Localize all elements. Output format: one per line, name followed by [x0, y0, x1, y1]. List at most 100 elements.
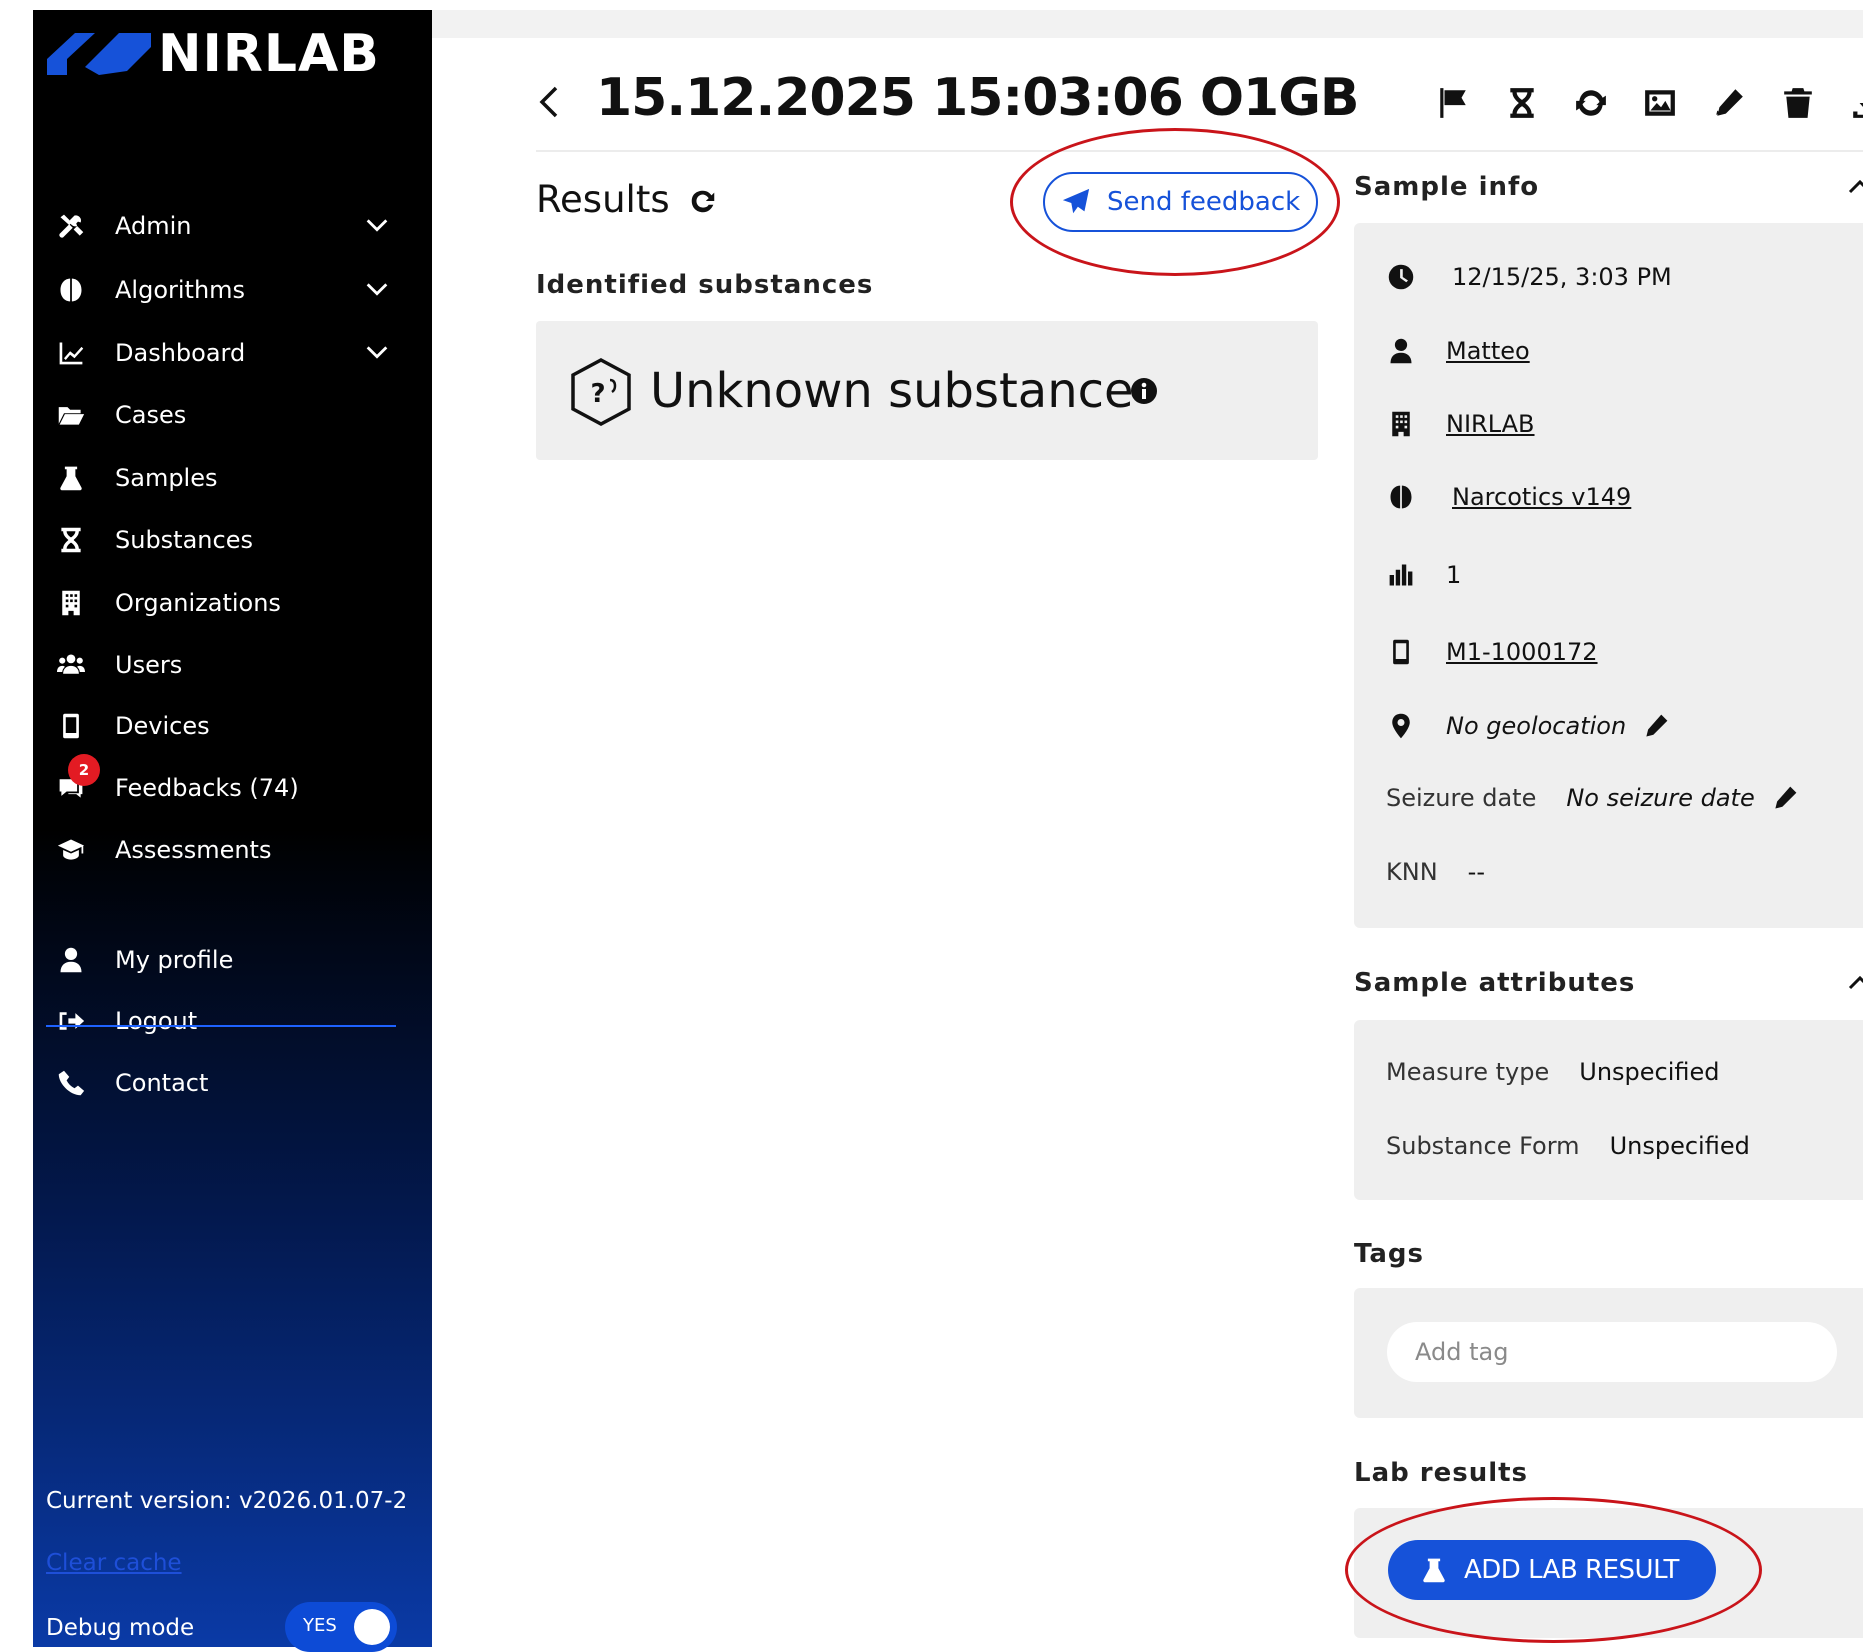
sample-count-row: 1	[1386, 555, 1461, 595]
flask-icon	[1423, 1558, 1445, 1583]
sidebar-item-substances[interactable]: Substances	[33, 510, 432, 570]
measure-type-value[interactable]: Unspecified	[1579, 1058, 1719, 1086]
sidebar-item-algorithms[interactable]: Algorithms	[33, 260, 432, 320]
knn-label: KNN	[1386, 858, 1438, 886]
bar-chart-icon	[1386, 560, 1416, 590]
sidebar-item-feedbacks[interactable]: 2 Feedbacks (74)	[33, 754, 432, 818]
results-heading: Results	[536, 178, 670, 221]
sidebar-item-dashboard[interactable]: Dashboard	[33, 323, 432, 383]
pencil-icon	[1646, 714, 1668, 737]
sidebar-item-assessments[interactable]: Assessments	[33, 820, 432, 880]
sidebar-item-devices[interactable]: Devices	[33, 696, 432, 756]
map-marker-icon	[1386, 711, 1416, 741]
seizure-date-row: Seizure date No seizure date	[1386, 778, 1799, 818]
tags-heading: Tags	[1354, 1239, 1425, 1269]
substance-card: ? Unknown substance	[536, 321, 1318, 460]
substance-form-row: Substance Form Unspecified	[1386, 1126, 1750, 1166]
sidebar-item-label: Assessments	[115, 836, 272, 864]
debug-mode-value: YES	[303, 1615, 337, 1636]
delete-button[interactable]	[1773, 78, 1823, 128]
chart-line-icon	[55, 337, 87, 369]
unknown-substance-icon: ?	[571, 358, 631, 426]
add-tag-input[interactable]	[1387, 1322, 1837, 1382]
flag-button[interactable]	[1428, 78, 1478, 128]
add-lab-result-button[interactable]: ADD LAB RESULT	[1388, 1540, 1716, 1600]
brain-icon	[1386, 482, 1416, 512]
back-button[interactable]	[532, 80, 566, 124]
sidebar-item-organizations[interactable]: Organizations	[33, 573, 432, 633]
substance-button[interactable]	[1497, 78, 1547, 128]
logo[interactable]: NIRLAB	[47, 22, 380, 86]
sidebar-item-label: Devices	[115, 712, 210, 740]
edit-button[interactable]	[1704, 78, 1754, 128]
sidebar-item-label: Contact	[115, 1069, 209, 1097]
image-button[interactable]	[1635, 78, 1685, 128]
sidebar-item-label: Samples	[115, 464, 218, 492]
sidebar-item-users[interactable]: Users	[33, 635, 432, 695]
user-icon	[1386, 336, 1416, 366]
sync-icon	[1576, 90, 1606, 116]
paper-plane-icon	[1062, 188, 1090, 214]
substance-form-label: Substance Form	[1386, 1132, 1580, 1160]
refresh-icon	[691, 190, 715, 213]
edit-seizure-date-button[interactable]	[1771, 784, 1799, 812]
send-feedback-button[interactable]: Send feedback	[1043, 172, 1318, 232]
identified-substances-heading: Identified substances	[536, 270, 874, 300]
sample-user-link[interactable]: Matteo	[1446, 337, 1530, 365]
sample-datetime: 12/15/25, 3:03 PM	[1452, 263, 1672, 291]
collapse-sample-info-button[interactable]	[1845, 172, 1863, 202]
sidebar-item-admin[interactable]: Admin	[33, 196, 432, 256]
chevron-down-icon	[363, 211, 393, 241]
sidebar-item-label: Feedbacks (74)	[115, 774, 299, 802]
tags-card	[1354, 1288, 1863, 1418]
sample-toolbar	[1428, 78, 1863, 128]
chevron-left-icon	[539, 86, 558, 118]
download-button[interactable]	[1842, 78, 1863, 128]
reprocess-button[interactable]	[1566, 78, 1616, 128]
sample-organization-link[interactable]: NIRLAB	[1446, 410, 1535, 438]
sidebar-item-label: My profile	[115, 946, 234, 974]
svg-text:?: ?	[590, 379, 605, 409]
sample-count: 1	[1446, 561, 1462, 589]
sample-algorithm-link[interactable]: Narcotics v149	[1452, 483, 1631, 511]
seizure-date-label: Seizure date	[1386, 784, 1537, 812]
sample-device-link[interactable]: M1-1000172	[1446, 638, 1598, 666]
phone-icon	[55, 1067, 87, 1099]
sidebar-item-samples[interactable]: Samples	[33, 448, 432, 508]
info-icon[interactable]	[1130, 377, 1158, 405]
logo-text: NIRLAB	[158, 24, 380, 84]
sample-info-heading: Sample info	[1354, 172, 1540, 202]
clock-icon	[1386, 262, 1416, 292]
chevron-up-icon	[1848, 975, 1863, 990]
collapse-sample-attributes-button[interactable]	[1845, 968, 1863, 998]
sidebar-item-logout[interactable]: Logout	[33, 991, 432, 1051]
measure-type-label: Measure type	[1386, 1058, 1550, 1086]
sidebar: NIRLAB Admin Algorithms Dashboard Cases …	[33, 10, 432, 1652]
sample-user-row: Matteo	[1386, 331, 1530, 371]
debug-mode-toggle[interactable]: YES	[285, 1602, 397, 1652]
lab-results-card: ADD LAB RESULT	[1354, 1508, 1863, 1638]
nirlab-logo-icon	[47, 33, 151, 75]
folder-open-icon	[55, 399, 87, 431]
seizure-date-value: No seizure date	[1566, 784, 1755, 812]
sidebar-item-my-profile[interactable]: My profile	[33, 930, 432, 990]
logout-icon	[55, 1005, 87, 1037]
substance-form-value[interactable]: Unspecified	[1610, 1132, 1750, 1160]
sidebar-item-label: Logout	[115, 1007, 198, 1035]
substance-name: Unknown substance	[650, 363, 1134, 419]
sample-geolocation: No geolocation	[1446, 712, 1627, 740]
chevron-up-icon	[1848, 179, 1863, 194]
measure-type-row: Measure type Unspecified	[1386, 1052, 1720, 1092]
top-strip	[432, 10, 1863, 38]
results-refresh-button[interactable]	[688, 186, 718, 216]
sidebar-item-cases[interactable]: Cases	[33, 385, 432, 445]
sidebar-item-contact[interactable]: Contact	[33, 1053, 432, 1113]
chevron-down-icon	[363, 275, 393, 305]
clear-cache-link[interactable]: Clear cache	[46, 1550, 182, 1576]
sample-datetime-row: 12/15/25, 3:03 PM	[1386, 257, 1672, 297]
mobile-icon	[55, 710, 87, 742]
edit-geolocation-button[interactable]	[1642, 712, 1670, 740]
flag-icon	[1440, 88, 1466, 118]
tools-icon	[55, 210, 87, 242]
hourglass-icon	[1510, 88, 1534, 118]
